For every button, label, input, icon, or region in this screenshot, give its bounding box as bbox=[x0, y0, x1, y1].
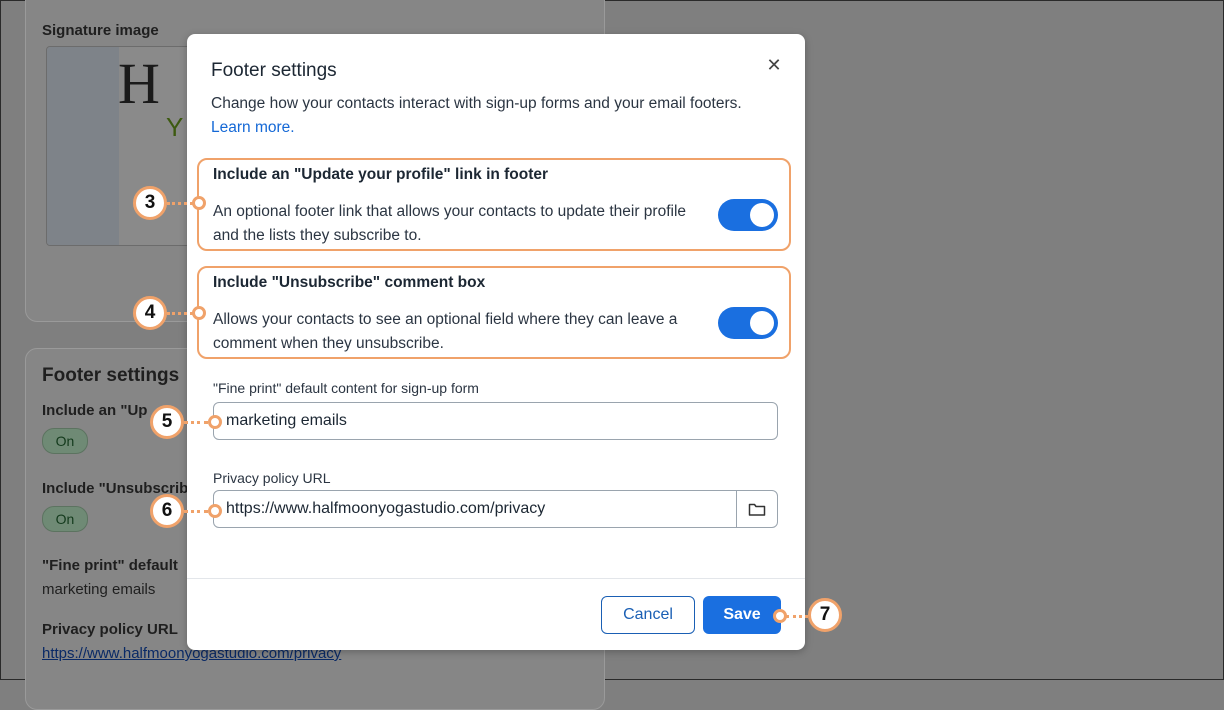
profile-link-label: Include an "Up bbox=[42, 402, 148, 419]
fine-print-input[interactable]: marketing emails bbox=[213, 402, 778, 440]
callout-4-connector bbox=[167, 312, 193, 315]
profile-link-status-badge: On bbox=[42, 428, 88, 454]
callout-5-anchor bbox=[208, 415, 222, 429]
update-profile-section: Include an "Update your profile" link in… bbox=[197, 158, 791, 251]
fine-print-field-label: "Fine print" default content for sign-up… bbox=[213, 380, 479, 396]
callout-6: 6 bbox=[150, 494, 184, 528]
privacy-url-field-label: Privacy policy URL bbox=[213, 470, 331, 486]
callout-6-anchor bbox=[208, 504, 222, 518]
toggle-knob bbox=[750, 203, 774, 227]
callout-3-anchor bbox=[192, 196, 206, 210]
callout-4-anchor bbox=[192, 306, 206, 320]
unsubscribe-comment-section: Include "Unsubscribe" comment box Allows… bbox=[197, 266, 791, 359]
unsubscribe-comment-heading: Include "Unsubscribe" comment box bbox=[213, 274, 486, 291]
update-profile-description: An optional footer link that allows your… bbox=[213, 203, 687, 244]
footer-settings-dialog: Footer settings ✕ Change how your contac… bbox=[187, 34, 805, 650]
update-profile-toggle[interactable] bbox=[718, 199, 778, 231]
callout-7-anchor bbox=[773, 609, 787, 623]
unsubscribe-comment-toggle[interactable] bbox=[718, 307, 778, 339]
privacy-url-input[interactable]: https://www.halfmoonyogastudio.com/priva… bbox=[213, 490, 778, 528]
privacy-policy-label: Privacy policy URL bbox=[42, 621, 178, 638]
footer-divider bbox=[187, 578, 805, 579]
callout-5: 5 bbox=[150, 405, 184, 439]
fine-print-label: "Fine print" default bbox=[42, 557, 178, 574]
dialog-description-text: Change how your contacts interact with s… bbox=[211, 95, 742, 112]
fine-print-value: marketing emails bbox=[42, 581, 156, 598]
toggle-knob bbox=[750, 311, 774, 335]
callout-4: 4 bbox=[133, 296, 167, 330]
callout-3-connector bbox=[167, 202, 193, 205]
dialog-title: Footer settings bbox=[211, 60, 337, 81]
signature-logo-letter: H bbox=[118, 51, 160, 116]
unsubscribe-comment-description: Allows your contacts to see an optional … bbox=[213, 311, 678, 352]
update-profile-heading: Include an "Update your profile" link in… bbox=[213, 166, 549, 183]
dialog-description: Change how your contacts interact with s… bbox=[211, 92, 751, 140]
callout-7-connector bbox=[786, 615, 808, 618]
callout-6-connector bbox=[184, 510, 208, 513]
unsubscribe-box-status-badge: On bbox=[42, 506, 88, 532]
folder-icon bbox=[748, 503, 766, 516]
callout-3: 3 bbox=[133, 186, 167, 220]
privacy-url-value: https://www.halfmoonyogastudio.com/priva… bbox=[226, 500, 546, 517]
callout-5-connector bbox=[184, 421, 208, 424]
browse-folder-button[interactable] bbox=[736, 491, 777, 527]
close-icon[interactable]: ✕ bbox=[763, 54, 785, 76]
signature-image-label: Signature image bbox=[42, 22, 159, 39]
footer-settings-title: Footer settings bbox=[42, 365, 180, 386]
signature-logo-letter-2: Y bbox=[166, 112, 184, 142]
cancel-button[interactable]: Cancel bbox=[601, 596, 695, 634]
callout-7: 7 bbox=[808, 598, 842, 632]
save-button[interactable]: Save bbox=[703, 596, 781, 634]
learn-more-link[interactable]: Learn more. bbox=[211, 119, 295, 136]
